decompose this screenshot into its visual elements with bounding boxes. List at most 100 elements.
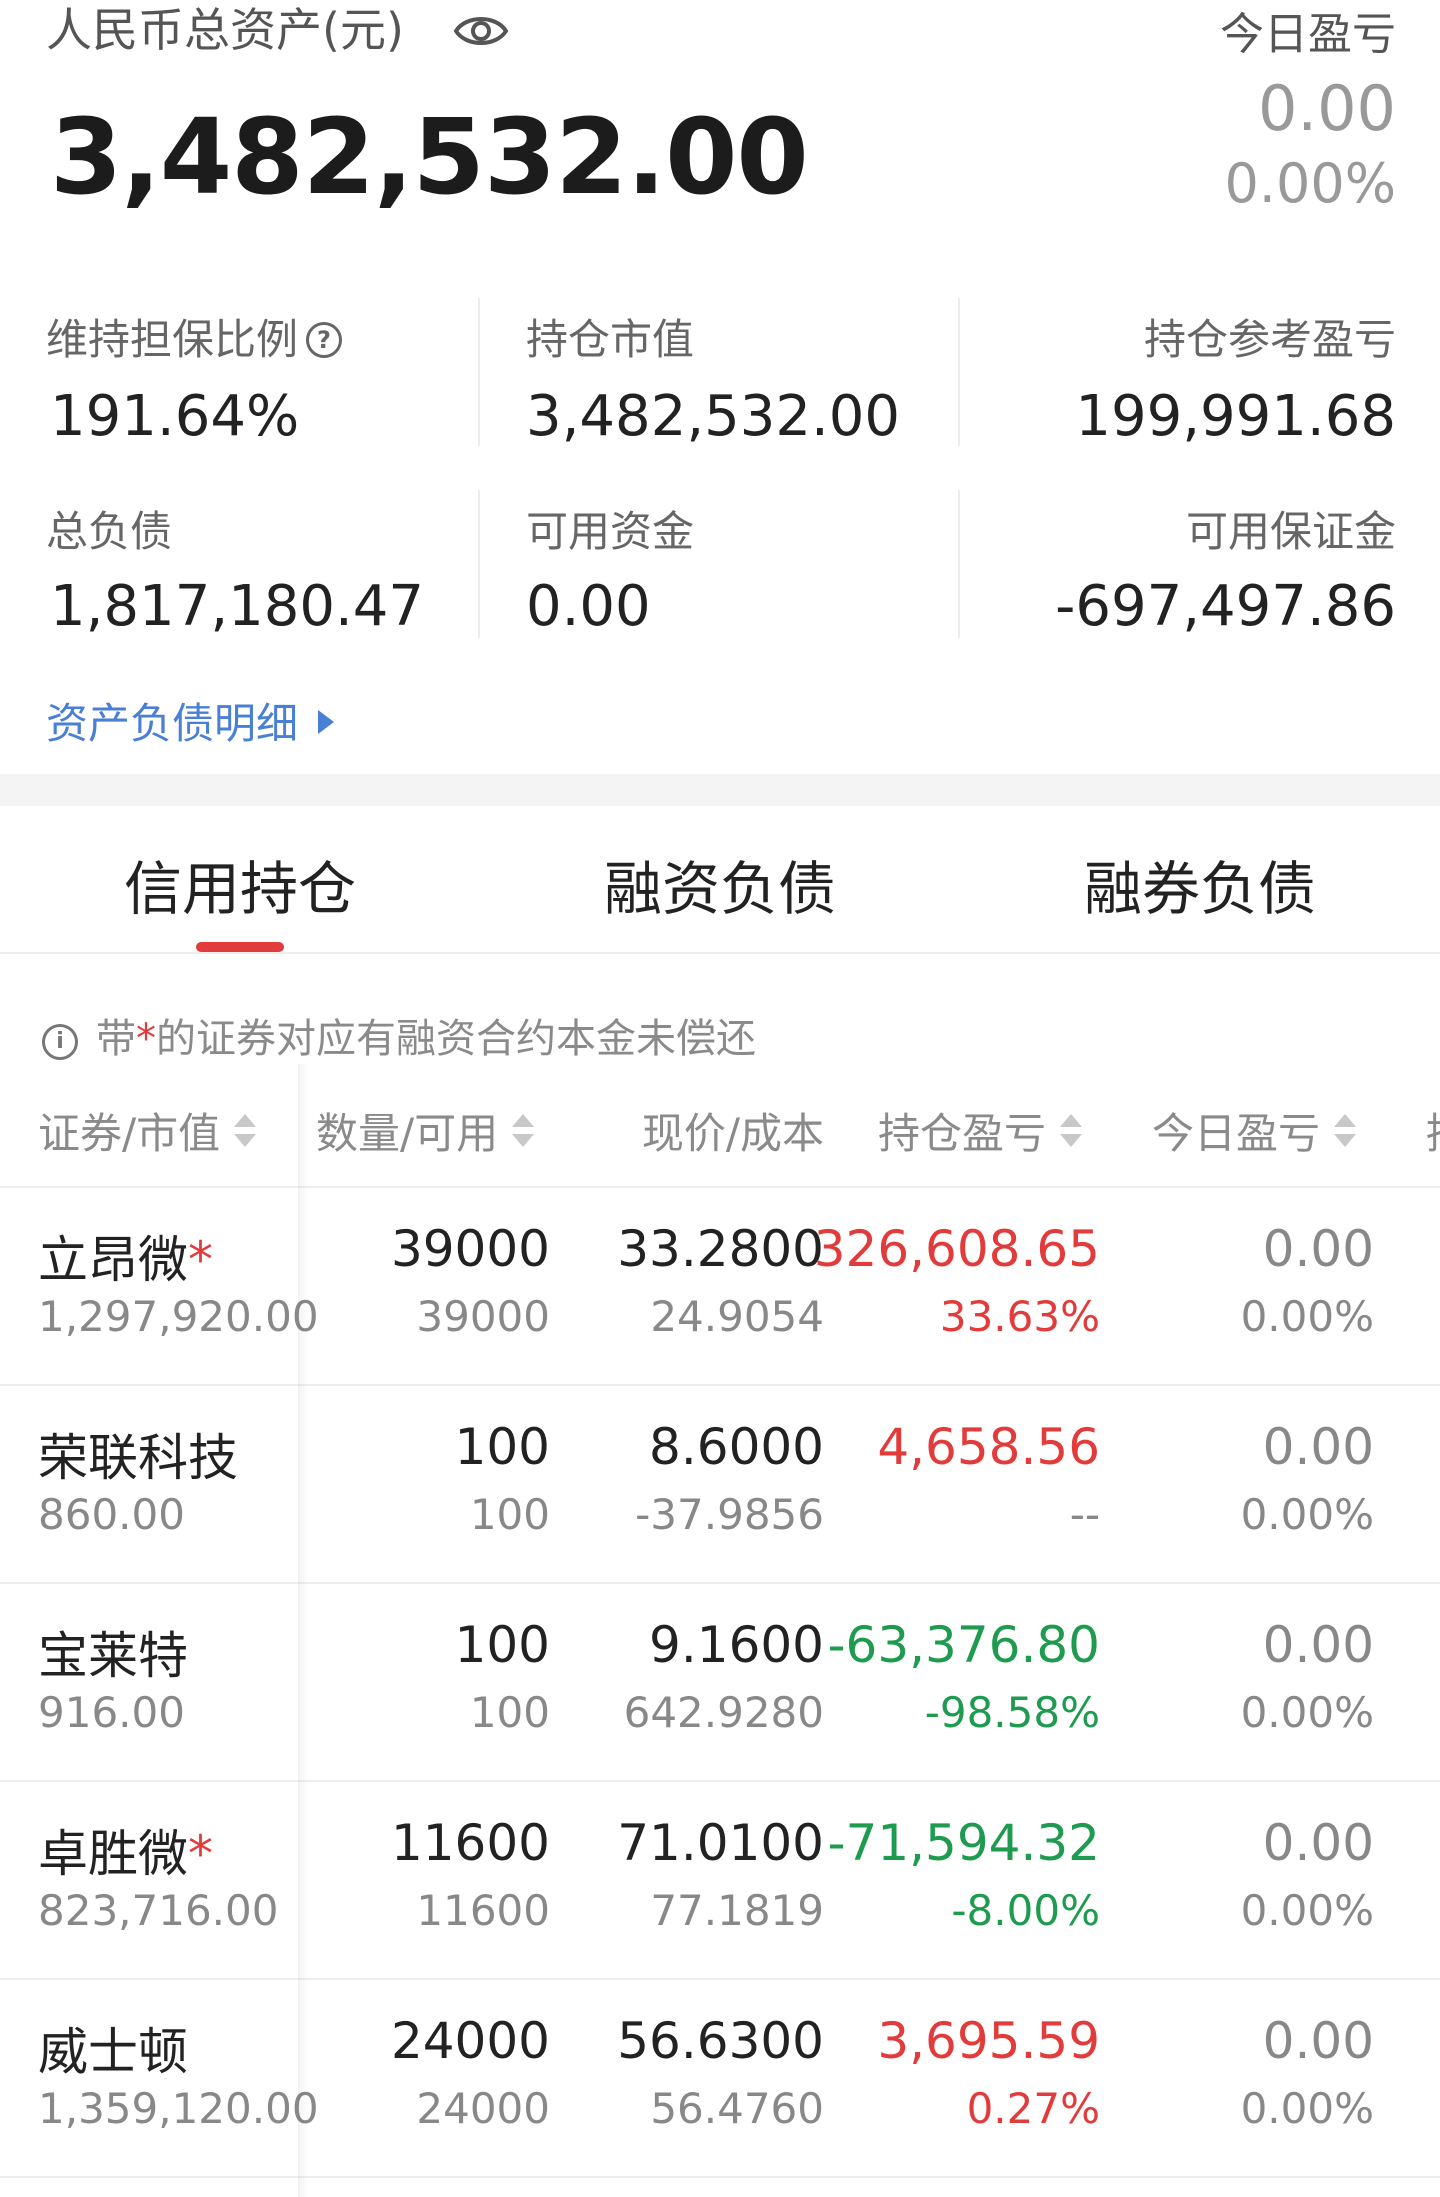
info-icon: i xyxy=(42,1024,78,1060)
today-pl: 0.00 xyxy=(1262,1814,1374,1872)
today-pl-percent: 0.00% xyxy=(1224,152,1396,215)
eye-icon[interactable] xyxy=(452,6,510,56)
cost-price: 24.9054 xyxy=(650,1292,824,1341)
sort-icon xyxy=(1334,1112,1357,1154)
sort-icon xyxy=(234,1112,257,1154)
position-pl-percent: -- xyxy=(1069,1490,1100,1539)
available-funds-label: 可用资金 xyxy=(526,507,695,556)
stock-name: 荣联科技 xyxy=(38,1429,238,1487)
position-pl-percent: -8.00% xyxy=(951,1886,1100,1935)
market-value: 823,716.00 xyxy=(38,1886,279,1935)
market-value: 1,359,120.00 xyxy=(38,2084,319,2133)
position-pl-value: 199,991.68 xyxy=(1075,384,1396,449)
cost-price: 642.9280 xyxy=(623,1688,824,1737)
available-margin-label: 可用保证金 xyxy=(1185,507,1396,556)
table-row[interactable]: 威士顿 1,359,120.00 24000 24000 56.6300 56.… xyxy=(0,1980,1440,2178)
today-pl-value: 0.00 xyxy=(1257,72,1396,145)
today-pl: 0.00 xyxy=(1262,2012,1374,2070)
current-price: 9.1600 xyxy=(649,1616,824,1674)
question-icon[interactable]: ? xyxy=(306,322,343,358)
quantity: 39000 xyxy=(390,1220,550,1278)
market-value: 916.00 xyxy=(38,1688,185,1737)
available-margin-value: -697,497.86 xyxy=(1055,574,1396,639)
position-pl-percent: 33.63% xyxy=(939,1292,1100,1341)
table-row[interactable]: 宝莱特 916.00 100 100 9.1600 642.9280 -63,3… xyxy=(0,1584,1440,1782)
position-pl: -63,376.80 xyxy=(827,1616,1100,1674)
cost-price: 77.1819 xyxy=(650,1886,824,1935)
current-price: 71.0100 xyxy=(617,1814,824,1872)
position-pl: 326,608.65 xyxy=(813,1220,1100,1278)
table-row[interactable]: 立昂微* 1,297,920.00 39000 39000 33.2800 24… xyxy=(0,1188,1440,1386)
maintenance-ratio-value: 191.64% xyxy=(50,384,300,449)
stock-name: 宝莱特 xyxy=(38,1627,188,1685)
quantity: 24000 xyxy=(390,2012,550,2070)
available-funds-value: 0.00 xyxy=(526,574,651,639)
column-header-today-pl[interactable]: 今日盈亏 xyxy=(1152,1100,1357,1161)
today-pl-percent: 0.00% xyxy=(1240,2084,1374,2133)
section-gap xyxy=(0,774,1440,806)
stock-name: 立昂微* xyxy=(38,1231,213,1289)
total-liability-value: 1,817,180.47 xyxy=(50,574,425,639)
tab-securities-lending-liabilities[interactable]: 融券负债 xyxy=(1084,842,1316,926)
today-pl-percent: 0.00% xyxy=(1240,1292,1374,1341)
total-liability-label: 总负债 xyxy=(46,507,173,556)
row-divider xyxy=(0,2176,1440,2178)
column-header-qty[interactable]: 数量/可用 xyxy=(316,1100,535,1161)
column-header-price: 现价/成本 xyxy=(641,1109,824,1158)
quantity: 100 xyxy=(454,1418,550,1476)
position-pl-label: 持仓参考盈亏 xyxy=(1143,315,1396,364)
column-header-security[interactable]: 证券/市值 xyxy=(38,1100,257,1161)
available-quantity: 24000 xyxy=(416,2084,550,2133)
position-pl-percent: -98.58% xyxy=(924,1688,1100,1737)
cost-price: -37.9856 xyxy=(635,1490,824,1539)
metric-divider xyxy=(478,298,480,446)
position-value-label: 持仓市值 xyxy=(526,315,695,364)
column-header-cut: 持 xyxy=(1426,1100,1440,1161)
metric-divider xyxy=(478,490,480,638)
tab-margin-financing-liabilities[interactable]: 融资负债 xyxy=(604,842,836,926)
active-tab-indicator xyxy=(196,942,284,952)
table-row[interactable]: 荣联科技 860.00 100 100 8.6000 -37.9856 4,65… xyxy=(0,1386,1440,1584)
position-pl: 3,695.59 xyxy=(877,2012,1100,2070)
position-pl: -71,594.32 xyxy=(827,1814,1100,1872)
sort-icon xyxy=(512,1112,535,1154)
table-row[interactable]: 卓胜微* 823,716.00 11600 11600 71.0100 77.1… xyxy=(0,1782,1440,1980)
tabs-divider xyxy=(0,952,1440,954)
asset-liability-detail-link[interactable]: 资产负债明细 xyxy=(46,690,335,751)
available-quantity: 11600 xyxy=(416,1886,550,1935)
available-quantity: 39000 xyxy=(416,1292,550,1341)
sort-icon xyxy=(1060,1112,1083,1154)
tab-credit-positions[interactable]: 信用持仓 xyxy=(124,842,356,926)
available-quantity: 100 xyxy=(469,1688,550,1737)
today-pl-percent: 0.00% xyxy=(1240,1688,1374,1737)
today-pl: 0.00 xyxy=(1262,1616,1374,1674)
quantity: 100 xyxy=(454,1616,550,1674)
unpaid-star: * xyxy=(188,1825,213,1883)
today-pl-percent: 0.00% xyxy=(1240,1886,1374,1935)
position-pl-percent: 0.27% xyxy=(966,2084,1100,2133)
stock-name: 卓胜微* xyxy=(38,1825,213,1883)
today-pl-label: 今日盈亏 xyxy=(1220,9,1396,60)
market-value: 1,297,920.00 xyxy=(38,1292,319,1341)
unpaid-contract-notice: i 带*的证券对应有融资合约本金未偿还 xyxy=(42,1006,756,1064)
unpaid-star: * xyxy=(188,1231,213,1289)
total-assets-label: 人民币总资产(元) xyxy=(46,3,404,57)
cost-price: 56.4760 xyxy=(650,2084,824,2133)
market-value: 860.00 xyxy=(38,1490,185,1539)
current-price: 8.6000 xyxy=(649,1418,824,1476)
today-pl-percent: 0.00% xyxy=(1240,1490,1374,1539)
maintenance-ratio-label: 维持担保比例? xyxy=(46,306,343,367)
total-assets-value: 3,482,532.00 xyxy=(50,96,809,218)
today-pl: 0.00 xyxy=(1262,1418,1374,1476)
column-header-position-pl[interactable]: 持仓盈亏 xyxy=(878,1100,1083,1161)
frozen-column-shadow xyxy=(298,1064,308,2197)
metric-divider xyxy=(958,298,960,446)
metric-divider xyxy=(958,490,960,638)
stock-name: 威士顿 xyxy=(38,2023,188,2081)
quantity: 11600 xyxy=(390,1814,550,1872)
current-price: 33.2800 xyxy=(617,1220,824,1278)
available-quantity: 100 xyxy=(469,1490,550,1539)
today-pl: 0.00 xyxy=(1262,1220,1374,1278)
current-price: 56.6300 xyxy=(617,2012,824,2070)
triangle-right-icon xyxy=(318,710,335,734)
